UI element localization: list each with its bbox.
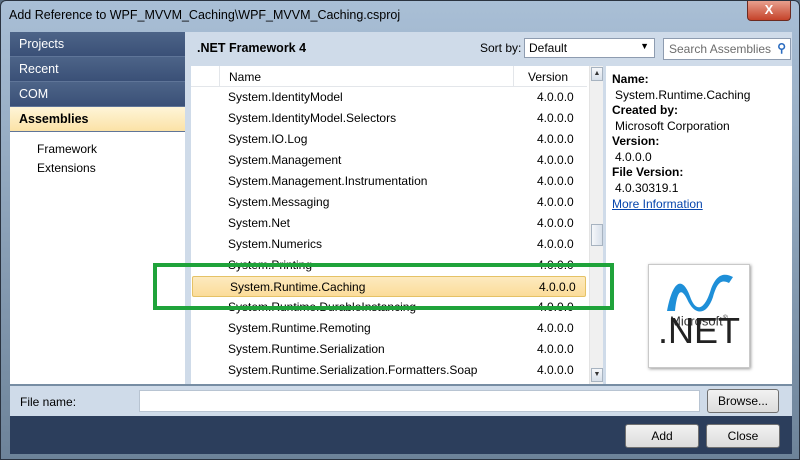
assembly-name: System.Net	[228, 216, 291, 230]
sidebar-item-com[interactable]: COM	[10, 82, 185, 107]
assembly-version: 4.0.0.0	[537, 132, 574, 146]
sidebar-item-assemblies[interactable]: Assemblies	[10, 107, 185, 132]
file-name-bar: File name: Browse...	[10, 386, 792, 416]
file-name-input[interactable]	[139, 390, 700, 412]
sidebar-item-projects[interactable]: Projects	[10, 32, 185, 57]
scroll-down-button[interactable]: ▼	[591, 368, 603, 382]
assembly-name: System.IO.Log	[228, 132, 308, 146]
chevron-down-icon: ▼	[640, 41, 649, 51]
version-label: Version:	[612, 134, 660, 148]
footer: Add Close	[10, 416, 792, 454]
list-header: Name Version	[191, 66, 587, 87]
file-version-value: 4.0.30319.1	[615, 180, 679, 195]
table-row[interactable]: System.Management.Instrumentation 4.0.0.0	[191, 171, 587, 192]
name-value: System.Runtime.Caching	[615, 87, 751, 102]
assembly-name: System.Management.Instrumentation	[228, 174, 428, 188]
table-row[interactable]: System.Runtime.Remoting 4.0.0.0	[191, 318, 587, 339]
file-version-label: File Version:	[612, 165, 684, 179]
sidebar-subitem-extensions[interactable]: Extensions	[10, 159, 185, 178]
assembly-name: System.Management	[228, 153, 342, 167]
assembly-version: 4.0.0.0	[537, 195, 574, 209]
assembly-version: 4.0.0.0	[537, 153, 574, 167]
search-input[interactable]: Search Assemblies ⚲	[663, 38, 791, 60]
table-row[interactable]: System.Runtime.Serialization 4.0.0.0	[191, 339, 587, 360]
sidebar-subitem-framework[interactable]: Framework	[10, 140, 185, 159]
assembly-version: 4.0.0.0	[537, 321, 574, 335]
assembly-name: System.Numerics	[228, 237, 323, 251]
sort-dropdown[interactable]: Default ▼	[524, 38, 655, 58]
created-by-value: Microsoft Corporation	[615, 118, 730, 133]
assembly-list[interactable]: Name Version System.IdentityModel 4.0.0.0…	[191, 66, 603, 384]
file-name-label: File name:	[20, 395, 77, 409]
more-information-link[interactable]: More Information	[612, 197, 786, 213]
search-icon[interactable]: ⚲	[777, 41, 786, 55]
window-title: Add Reference to WPF_MVVM_Caching\WPF_MV…	[9, 8, 401, 22]
close-window-button[interactable]: X	[747, 1, 791, 21]
assembly-name: System.IdentityModel.Selectors	[228, 111, 397, 125]
table-row[interactable]: System.Net 4.0.0.0	[191, 213, 587, 234]
assembly-version: 4.0.0.0	[537, 90, 574, 104]
assembly-version: 4.0.0.0	[537, 363, 574, 377]
created-by-label: Created by:	[612, 103, 679, 117]
dotnet-logo: Microsoft® .NET	[648, 264, 750, 368]
search-placeholder: Search Assemblies	[669, 42, 772, 56]
assembly-version: 4.0.0.0	[537, 174, 574, 188]
logo-net-text: .NET	[657, 310, 740, 351]
assembly-name: System.Runtime.Remoting	[228, 321, 371, 335]
scroll-up-button[interactable]: ▲	[591, 67, 603, 81]
assembly-version: 4.0.0.0	[537, 237, 574, 251]
column-divider	[219, 66, 220, 87]
assembly-name: System.Runtime.Serialization	[228, 342, 385, 356]
table-row[interactable]: System.Management 4.0.0.0	[191, 150, 587, 171]
sort-label: Sort by:	[480, 41, 522, 55]
assembly-version: 4.0.0.0	[537, 342, 574, 356]
main-panel: .NET Framework 4 Sort by: Default ▼ Searc…	[185, 32, 792, 384]
sidebar: Projects Recent COM Assemblies Framework…	[10, 32, 185, 384]
browse-button[interactable]: Browse...	[707, 389, 779, 413]
assembly-name: System.IdentityModel	[228, 90, 343, 104]
table-row[interactable]: System.IdentityModel.Selectors 4.0.0.0	[191, 108, 587, 129]
sidebar-item-recent[interactable]: Recent	[10, 57, 185, 82]
name-label: Name:	[612, 72, 649, 86]
scrollbar-thumb[interactable]	[591, 224, 603, 246]
table-row[interactable]: System.Numerics 4.0.0.0	[191, 234, 587, 255]
version-value: 4.0.0.0	[615, 149, 652, 164]
table-row[interactable]: System.IO.Log 4.0.0.0	[191, 129, 587, 150]
table-row[interactable]: System.IdentityModel 4.0.0.0	[191, 87, 587, 108]
assembly-name: System.Runtime.Serialization.Formatters.…	[228, 363, 478, 377]
dialog-window: Add Reference to WPF_MVVM_Caching\WPF_MV…	[0, 0, 800, 460]
close-button[interactable]: Close	[706, 424, 780, 448]
assembly-name: System.Messaging	[228, 195, 330, 209]
sort-value: Default	[529, 41, 568, 55]
highlight-box	[153, 263, 614, 310]
column-header-version[interactable]: Version	[513, 66, 568, 87]
table-row[interactable]: System.Messaging 4.0.0.0	[191, 192, 587, 213]
framework-title: .NET Framework 4	[197, 41, 307, 55]
assembly-version: 4.0.0.0	[537, 216, 574, 230]
scrollbar[interactable]: ▲ ▼	[589, 66, 603, 384]
table-row[interactable]: System.Runtime.Serialization.Formatters.…	[191, 360, 587, 381]
dotnet-wave-icon	[667, 274, 733, 312]
column-header-name[interactable]: Name	[229, 70, 261, 84]
add-button[interactable]: Add	[625, 424, 699, 448]
detail-panel: Name: System.Runtime.Caching Created by:…	[606, 66, 792, 384]
assembly-version: 4.0.0.0	[537, 111, 574, 125]
